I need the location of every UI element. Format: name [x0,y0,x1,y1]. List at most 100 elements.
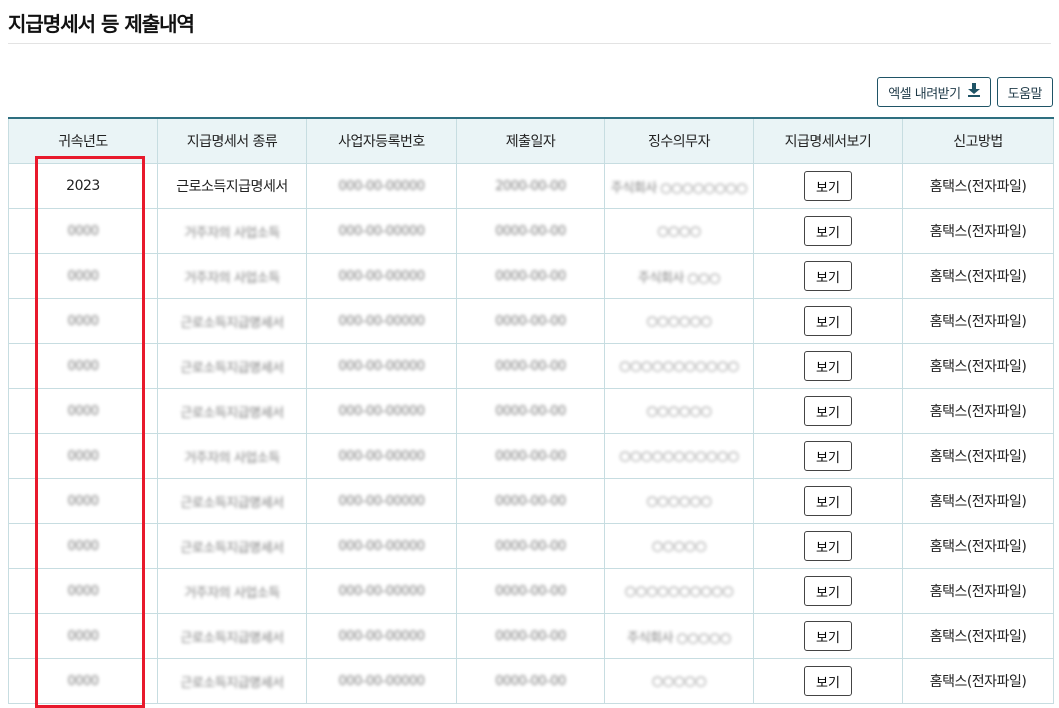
cell-method: 홈택스(전자파일) [902,253,1054,299]
cell-year-text: 0000 [67,404,99,419]
view-statement-button[interactable]: 보기 [804,261,852,291]
view-statement-button[interactable]: 보기 [804,666,852,696]
toolbar: 엑셀 내려받기 도움말 [877,77,1053,107]
cell-bizno-text: 000-00-00000 [338,629,425,644]
cell-type: 거주자의 사업소득 [157,433,307,479]
view-statement-button[interactable]: 보기 [804,486,852,516]
cell-payer: ○○○○○○○○○○○ [604,433,754,479]
cell-type-text: 근로소득지급명세서 [180,495,284,511]
cell-date-text: 0000-00-00 [495,629,566,644]
help-button[interactable]: 도움말 [996,77,1053,107]
cell-payer-text: ○○○○○○ [646,314,712,329]
cell-type-text: 근로소득지급명세서 [180,675,284,691]
col-header-view: 지급명세서보기 [753,117,903,164]
cell-type-text: 거주자의 사업소득 [184,450,280,466]
cell-bizno: 000-00-00000 [306,613,457,659]
cell-date: 0000-00-00 [456,658,605,704]
col-header-payer: 징수의무자 [604,117,754,164]
page-title: 지급명세서 등 제출내역 [8,12,195,36]
cell-date-text: 0000-00-00 [495,539,566,554]
view-statement-button[interactable]: 보기 [804,576,852,606]
view-statement-button[interactable]: 보기 [804,531,852,561]
view-statement-button[interactable]: 보기 [804,351,852,381]
cell-year: 0000 [8,343,158,389]
view-statement-button[interactable]: 보기 [804,171,852,201]
cell-year-text: 2023 [66,178,100,194]
cell-payer-text: ○○○○○○○○○○ [624,584,734,599]
cell-view: 보기 [753,208,903,254]
cell-year: 0000 [8,523,158,569]
cell-payer: 주식회사 ○○○○○○○○ [604,163,754,209]
cell-date: 0000-00-00 [456,388,605,434]
col-header-type: 지급명세서 종류 [157,117,307,164]
submission-table: 귀속년도 지급명세서 종류 사업자등록번호 제출일자 징수의무자 지급명세서보기… [8,117,1054,704]
cell-year: 0000 [8,478,158,524]
cell-date-text: 0000-00-00 [495,224,566,239]
cell-payer: ○○○○ [604,208,754,254]
title-divider [8,43,1051,44]
cell-view: 보기 [753,658,903,704]
cell-payer-text: 주식회사 ○○○○○ [627,630,731,646]
cell-date: 2000-00-00 [456,163,605,209]
cell-bizno-text: 000-00-00000 [338,224,425,239]
col-header-method: 신고방법 [902,117,1054,164]
view-statement-button[interactable]: 보기 [804,216,852,246]
cell-year-text: 0000 [67,269,99,284]
cell-method-text: 홈택스(전자파일) [929,224,1027,240]
cell-type-text: 근로소득지급명세서 [180,630,284,646]
table-row: 2023 근로소득지급명세서 000-00-00000 2000-00-00 주식회사 … [8,163,1054,209]
cell-bizno-text: 000-00-00000 [338,314,425,329]
table-row: 0000 거주자의 사업소득 000-00-00000 0000-00-00 ○○○○ 보… [8,208,1054,254]
download-icon [967,83,980,101]
cell-type-text: 거주자의 사업소득 [184,225,280,241]
cell-view: 보기 [753,433,903,479]
cell-method: 홈택스(전자파일) [902,478,1054,524]
cell-year: 0000 [8,298,158,344]
cell-payer-text: ○○○○○○ [646,494,712,509]
cell-type-text: 거주자의 사업소득 [184,270,280,286]
excel-download-button[interactable]: 엑셀 내려받기 [877,77,991,107]
cell-view: 보기 [753,523,903,569]
cell-type: 거주자의 사업소득 [157,568,307,614]
table-row: 0000 거주자의 사업소득 000-00-00000 0000-00-00 ○○○○○… [8,568,1054,614]
view-statement-button[interactable]: 보기 [804,396,852,426]
cell-payer: 주식회사 ○○○ [604,253,754,299]
cell-method-text: 홈택스(전자파일) [929,404,1027,420]
cell-type-text: 근로소득지급명세서 [176,179,288,195]
cell-method: 홈택스(전자파일) [902,298,1054,344]
cell-date: 0000-00-00 [456,208,605,254]
cell-type: 근로소득지급명세서 [157,523,307,569]
cell-type-text: 근로소득지급명세서 [180,360,284,376]
cell-payer: ○○○○○ [604,523,754,569]
cell-method-text: 홈택스(전자파일) [929,539,1027,555]
view-statement-button[interactable]: 보기 [804,621,852,651]
cell-year: 0000 [8,568,158,614]
cell-payer-text: ○○○○ [657,224,701,239]
cell-view: 보기 [753,388,903,434]
table-row: 0000 거주자의 사업소득 000-00-00000 0000-00-00 ○○○○○… [8,433,1054,479]
view-statement-button[interactable]: 보기 [804,441,852,471]
cell-view: 보기 [753,343,903,389]
cell-view: 보기 [753,298,903,344]
cell-year: 0000 [8,658,158,704]
cell-type: 근로소득지급명세서 [157,343,307,389]
cell-date: 0000-00-00 [456,568,605,614]
cell-method-text: 홈택스(전자파일) [929,584,1027,600]
table-row: 0000 근로소득지급명세서 000-00-00000 0000-00-00 주식회사 … [8,613,1054,659]
cell-year: 0000 [8,433,158,479]
cell-year-text: 0000 [67,494,99,509]
cell-date: 0000-00-00 [456,343,605,389]
cell-method: 홈택스(전자파일) [902,523,1054,569]
cell-year: 0000 [8,253,158,299]
cell-method-text: 홈택스(전자파일) [929,449,1027,465]
cell-date-text: 0000-00-00 [495,269,566,284]
cell-method: 홈택스(전자파일) [902,163,1054,209]
view-statement-button[interactable]: 보기 [804,306,852,336]
cell-bizno-text: 000-00-00000 [338,449,425,464]
cell-method: 홈택스(전자파일) [902,388,1054,434]
cell-bizno: 000-00-00000 [306,433,457,479]
cell-bizno: 000-00-00000 [306,208,457,254]
cell-bizno-text: 000-00-00000 [338,404,425,419]
excel-download-label: 엑셀 내려받기 [888,86,961,102]
table-header-row: 귀속년도 지급명세서 종류 사업자등록번호 제출일자 징수의무자 지급명세서보기… [8,117,1054,164]
